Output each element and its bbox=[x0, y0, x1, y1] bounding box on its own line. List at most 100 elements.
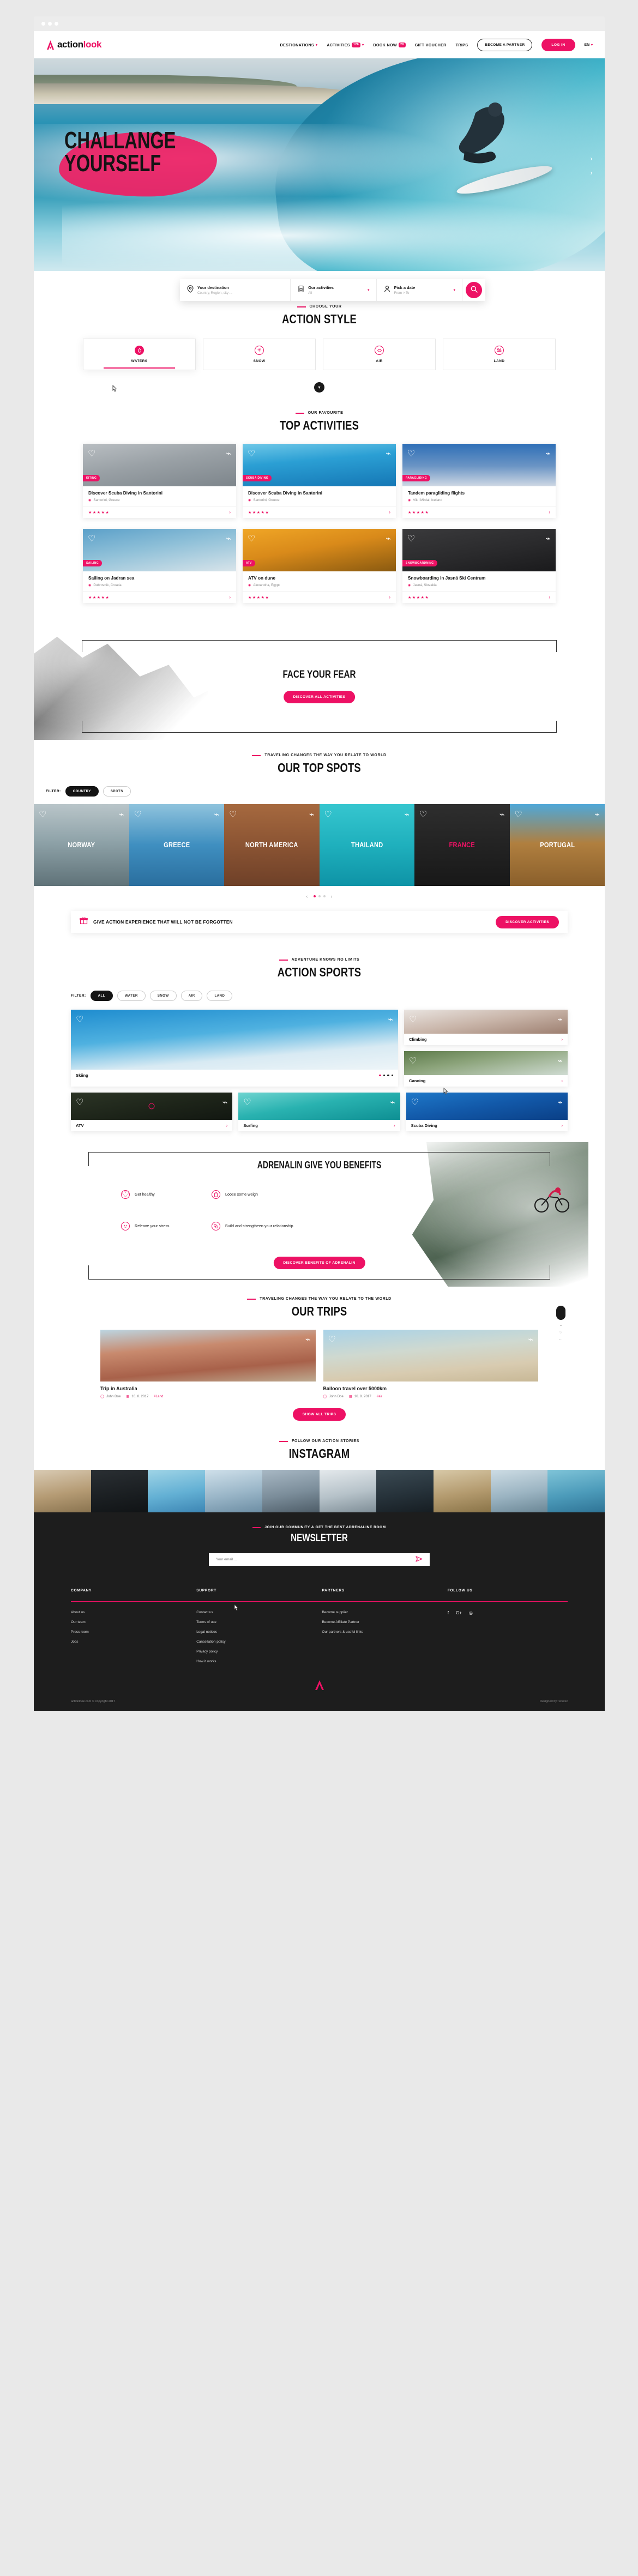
search-activities-field[interactable]: Our activities All ▾ bbox=[291, 279, 377, 301]
instagram-photo[interactable] bbox=[148, 1470, 206, 1512]
search-destination-field[interactable]: Your destination Country, Region, city .… bbox=[180, 279, 291, 301]
trip-tag[interactable]: #air bbox=[377, 1395, 382, 1398]
spot-card-greece[interactable]: ♡ ⌁ GREECE bbox=[129, 804, 224, 886]
spot-card-norway[interactable]: ♡ ⌁ NORWAY bbox=[34, 804, 129, 886]
footer-link[interactable]: About us bbox=[71, 1610, 191, 1614]
language-selector[interactable]: EN ▾ bbox=[585, 43, 593, 47]
instagram-icon[interactable]: ◎ bbox=[469, 1610, 473, 1615]
instagram-photo[interactable] bbox=[205, 1470, 262, 1512]
favorite-heart-icon[interactable]: ♡ bbox=[88, 533, 95, 544]
activity-go-arrow[interactable]: › bbox=[229, 510, 231, 515]
activity-go-arrow[interactable]: › bbox=[549, 510, 550, 515]
show-all-trips-button[interactable]: SHOW ALL TRIPS bbox=[292, 1408, 346, 1421]
share-icon[interactable]: ⌁ bbox=[594, 809, 600, 820]
instagram-photo[interactable] bbox=[376, 1470, 434, 1512]
footer-link[interactable]: How it works bbox=[196, 1660, 316, 1663]
hero-next-arrow[interactable]: › bbox=[587, 168, 596, 177]
discover-all-activities-button[interactable]: DISCOVER ALL ACTIVITIES bbox=[283, 691, 356, 703]
newsletter-email-input[interactable] bbox=[216, 1558, 416, 1561]
instagram-photo[interactable] bbox=[34, 1470, 91, 1512]
favorite-heart-icon[interactable]: ♡ bbox=[88, 448, 95, 459]
favorite-heart-icon[interactable]: ♡ bbox=[243, 1097, 251, 1108]
share-icon[interactable]: ⌁ bbox=[557, 1055, 563, 1066]
search-submit-button[interactable] bbox=[466, 282, 483, 298]
send-icon[interactable] bbox=[416, 1555, 423, 1565]
favorite-heart-icon[interactable]: ♡ bbox=[248, 448, 255, 459]
hero-prev-arrow[interactable]: › bbox=[587, 154, 596, 163]
action-style-card-air[interactable]: AIR bbox=[323, 339, 436, 370]
favorite-heart-icon[interactable]: ♡ bbox=[324, 809, 332, 820]
trips-scroll-handle[interactable] bbox=[556, 1306, 565, 1320]
play-circle-icon[interactable] bbox=[148, 1103, 155, 1109]
activity-card[interactable]: ♡ ⌁ ATV ATV on dune ◉ Alexandria, Egypt … bbox=[243, 529, 396, 603]
footer-link[interactable]: Become supplier bbox=[322, 1610, 442, 1614]
sport-tile-skiing[interactable]: ♡ ⌁ Skiing bbox=[71, 1010, 398, 1087]
filter-chip-snow[interactable]: SNOW bbox=[149, 991, 177, 1001]
footer-link[interactable]: Our partners & useful links bbox=[322, 1630, 442, 1634]
favorite-heart-icon[interactable]: ♡ bbox=[76, 1014, 83, 1025]
filter-chip-all[interactable]: ALL bbox=[90, 991, 113, 1001]
share-icon[interactable]: ⌁ bbox=[545, 533, 551, 544]
instagram-photo[interactable] bbox=[319, 1470, 377, 1512]
share-icon[interactable]: ⌁ bbox=[226, 533, 231, 544]
spots-prev-arrow[interactable]: ‹ bbox=[306, 894, 308, 899]
share-icon[interactable]: ⌁ bbox=[557, 1097, 563, 1108]
share-icon[interactable]: ⌁ bbox=[390, 1097, 395, 1108]
instagram-photo[interactable] bbox=[91, 1470, 148, 1512]
share-icon[interactable]: ⌁ bbox=[404, 809, 410, 820]
share-icon[interactable]: ⌁ bbox=[226, 448, 231, 459]
become-partner-button[interactable]: BECOME A PARTNER bbox=[477, 38, 533, 51]
favorite-heart-icon[interactable]: ♡ bbox=[229, 809, 237, 820]
share-icon[interactable]: ⌁ bbox=[119, 809, 124, 820]
favorite-heart-icon[interactable]: ♡ bbox=[515, 809, 522, 820]
share-icon[interactable]: ⌁ bbox=[305, 1334, 311, 1345]
instagram-photo[interactable] bbox=[490, 1470, 548, 1512]
footer-link[interactable]: Our team bbox=[71, 1620, 191, 1624]
share-icon[interactable]: ⌁ bbox=[499, 809, 505, 820]
spot-card-north-america[interactable]: ♡ ⌁ NORTH AMERICA bbox=[224, 804, 320, 886]
spot-card-portugal[interactable]: ♡ ⌁ PORTUGAL bbox=[509, 804, 605, 886]
sport-tile-arrow[interactable]: › bbox=[226, 1123, 228, 1128]
footer-link[interactable]: Legal notices bbox=[196, 1630, 316, 1634]
favorite-heart-icon[interactable]: ♡ bbox=[248, 533, 255, 544]
site-logo[interactable]: actionlook bbox=[46, 39, 101, 50]
sport-tile-arrow[interactable]: › bbox=[561, 1123, 563, 1128]
share-icon[interactable]: ⌁ bbox=[545, 448, 551, 459]
window-maximize-dot[interactable] bbox=[55, 22, 58, 26]
discover-benefits-button[interactable]: DISCOVER BENEFITS OF ADRENALIN bbox=[273, 1257, 365, 1269]
activity-card[interactable]: ♡ ⌁ SAILING Sailing on Jadran sea ◉ Dubr… bbox=[83, 529, 236, 603]
sport-tile-arrow[interactable]: › bbox=[394, 1123, 395, 1128]
facebook-icon[interactable]: f bbox=[448, 1610, 449, 1615]
sport-tile-canoing[interactable]: ♡ ⌁ Canoing › bbox=[404, 1051, 568, 1087]
nav-item-activities[interactable]: ACTIVITIES 126 ▾ bbox=[327, 42, 364, 47]
scroll-down-button[interactable]: ▾ bbox=[314, 382, 324, 393]
trip-card[interactable]: ⌁ Trip in Australia ◯ John Doe ▦ 16. 8. … bbox=[100, 1330, 316, 1398]
instagram-photo[interactable] bbox=[433, 1470, 491, 1512]
window-minimize-dot[interactable] bbox=[48, 22, 52, 26]
favorite-heart-icon[interactable]: ♡ bbox=[407, 448, 415, 459]
nav-item-destionations[interactable]: DESTIONATIONS ▾ bbox=[280, 43, 318, 47]
share-icon[interactable]: ⌁ bbox=[557, 1014, 563, 1025]
favorite-heart-icon[interactable]: ♡ bbox=[409, 1014, 417, 1025]
more-side-icon[interactable]: ⋯ bbox=[559, 1338, 563, 1342]
filter-chip-water[interactable]: WATER bbox=[117, 991, 146, 1001]
share-side-icon[interactable]: ⌁ bbox=[560, 1324, 562, 1328]
discover-activities-button[interactable]: DISCOVER ACTIVITIES bbox=[496, 915, 559, 928]
favorite-heart-icon[interactable]: ♡ bbox=[39, 809, 46, 820]
favorite-heart-icon[interactable]: ♡ bbox=[407, 533, 415, 544]
sport-tile-arrow[interactable]: › bbox=[561, 1078, 563, 1083]
search-date-field[interactable]: Pick a date From > To ▾ bbox=[377, 279, 463, 301]
login-button[interactable]: LOG IN bbox=[541, 38, 575, 51]
sport-tile-surfing[interactable]: ♡ ⌁ Surfing › bbox=[238, 1093, 400, 1131]
footer-link[interactable]: Cancellation policy bbox=[196, 1640, 316, 1644]
activity-card[interactable]: ♡ ⌁ PARAGLIDING Tandem paragliding fligh… bbox=[402, 444, 556, 518]
favorite-heart-icon[interactable]: ♡ bbox=[419, 809, 427, 820]
share-icon[interactable]: ⌁ bbox=[386, 448, 391, 459]
filter-chip-air[interactable]: AIR bbox=[180, 991, 203, 1001]
share-icon[interactable]: ⌁ bbox=[386, 533, 391, 544]
window-close-dot[interactable] bbox=[41, 22, 45, 26]
sport-tile-atv[interactable]: ♡ ⌁ ATV › bbox=[71, 1093, 233, 1131]
share-icon[interactable]: ⌁ bbox=[528, 1334, 533, 1345]
footer-link[interactable]: Jobs bbox=[71, 1640, 191, 1644]
filter-chip-land[interactable]: LAND bbox=[207, 991, 233, 1001]
